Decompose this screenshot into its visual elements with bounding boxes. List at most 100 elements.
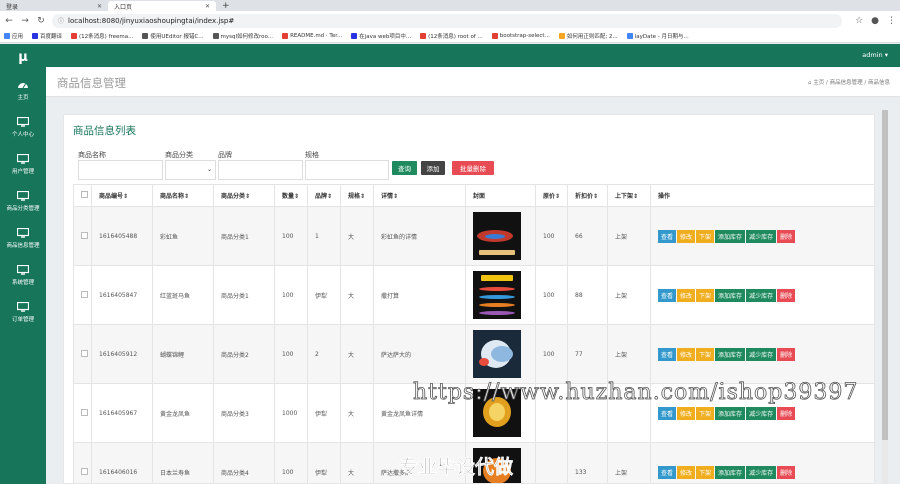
row-checkbox[interactable]: [73, 206, 92, 266]
close-tab-icon[interactable]: ✕: [97, 3, 102, 10]
column-header[interactable]: 折扣价⇕: [567, 184, 608, 207]
reduce-stock-button[interactable]: 减少库存: [746, 406, 777, 420]
select-all-checkbox[interactable]: [73, 184, 92, 207]
cell-status: 上架: [607, 324, 651, 384]
delete-button[interactable]: 删除: [777, 347, 796, 361]
sidebar-item-label: 商品信息管理: [6, 243, 40, 249]
sidebar-item-products[interactable]: 商品信息管理: [0, 220, 46, 257]
column-header: 操作: [650, 184, 874, 207]
row-checkbox[interactable]: [73, 324, 92, 384]
bookmark-item[interactable]: (12条消息) root of ...: [420, 32, 483, 40]
browser-tab-entry[interactable]: 入口页 ✕: [108, 1, 216, 11]
sidebar-item-profile[interactable]: 个人中心: [0, 109, 46, 146]
more-menu-icon[interactable]: ⋮: [887, 16, 896, 26]
unlist-button[interactable]: 下架: [696, 406, 715, 420]
edit-button[interactable]: 修改: [677, 229, 696, 243]
view-button[interactable]: 查看: [658, 465, 677, 479]
panel-title: 商品信息列表: [73, 125, 136, 137]
scrollbar-thumb[interactable]: [882, 110, 888, 440]
monitor-icon: [17, 191, 29, 201]
profile-icon[interactable]: ●: [871, 16, 879, 26]
new-tab-plus-icon[interactable]: +: [216, 1, 236, 11]
sidebar-item-categories[interactable]: 商品分类管理: [0, 183, 46, 220]
column-header[interactable]: 原价⇕: [535, 184, 568, 207]
bookmark-item[interactable]: 在java web项目中...: [351, 32, 411, 40]
row-checkbox[interactable]: [73, 383, 92, 443]
column-header[interactable]: 品牌⇕: [307, 184, 341, 207]
bookmark-item[interactable]: layDate - 月日期与...: [626, 32, 689, 40]
cell-brand: 伊犁: [307, 265, 341, 325]
cell-category: 商品分类4: [213, 442, 275, 483]
reduce-stock-button[interactable]: 减少库存: [746, 288, 777, 302]
unlist-button[interactable]: 下架: [696, 229, 715, 243]
column-header[interactable]: 规格⇕: [340, 184, 374, 207]
delete-button[interactable]: 删除: [777, 288, 796, 302]
query-button[interactable]: 查询: [392, 161, 417, 175]
column-header[interactable]: 上下架⇕: [607, 184, 651, 207]
close-tab-icon[interactable]: ✕: [205, 3, 210, 10]
back-arrow-icon[interactable]: ←: [4, 16, 14, 26]
add-button[interactable]: 添加: [421, 161, 445, 175]
bookmark-item[interactable]: 应用: [4, 32, 23, 40]
unlist-button[interactable]: 下架: [696, 347, 715, 361]
add-stock-button[interactable]: 添加库存: [715, 288, 746, 302]
delete-button[interactable]: 删除: [777, 229, 796, 243]
bookmarks-bar: 应用 百度翻译 (12条消息) freema... 使用UEditor 报错C.…: [0, 30, 900, 43]
cell-id: 1616405967: [91, 383, 153, 443]
column-header[interactable]: 商品名称⇕: [152, 184, 214, 207]
bookmark-item[interactable]: README.md · Ter...: [282, 33, 342, 39]
bookmark-item[interactable]: 百度翻译: [32, 32, 62, 40]
app-topbar: admin ▾: [46, 44, 900, 67]
bookmark-item[interactable]: 如何用正则匹配; 2...: [558, 32, 618, 40]
bookmark-item[interactable]: mysql如何修改roo...: [212, 32, 273, 40]
sidebar-item-users[interactable]: 用户管理: [0, 146, 46, 183]
edit-button[interactable]: 修改: [677, 406, 696, 420]
delete-button[interactable]: 删除: [777, 465, 796, 479]
view-button[interactable]: 查看: [658, 288, 677, 302]
reduce-stock-button[interactable]: 减少库存: [746, 229, 777, 243]
breadcrumb[interactable]: ⌂ 主页 / 商品信息管理 / 商品信息: [808, 78, 890, 86]
column-header[interactable]: 商品编号⇕: [91, 184, 153, 207]
view-button[interactable]: 查看: [658, 406, 677, 420]
bookmark-item[interactable]: (12条消息) freema...: [71, 32, 133, 40]
user-menu[interactable]: admin ▾: [862, 51, 888, 59]
add-stock-button[interactable]: 添加库存: [715, 347, 746, 361]
edit-button[interactable]: 修改: [677, 465, 696, 479]
column-header[interactable]: 商品分类⇕: [213, 184, 275, 207]
row-checkbox[interactable]: [73, 265, 92, 325]
app-sidebar: μ 主页 个人中心 用户管理 商品分类管理 商品信息管理 系统管理 订单管理: [0, 44, 46, 484]
sidebar-item-system[interactable]: 系统管理: [0, 257, 46, 294]
view-button[interactable]: 查看: [658, 229, 677, 243]
cell-spec: 大: [340, 265, 374, 325]
column-header[interactable]: 数量⇕: [274, 184, 308, 207]
forward-arrow-icon[interactable]: →: [20, 16, 30, 26]
bookmark-item[interactable]: 使用UEditor 报错C...: [142, 32, 204, 40]
name-filter-input[interactable]: [78, 160, 163, 180]
row-checkbox[interactable]: [73, 442, 92, 483]
url-field[interactable]: ⓘ localhost:8080/jinyuxiaoshoupingtai/in…: [52, 13, 842, 28]
reduce-stock-button[interactable]: 减少库存: [746, 465, 777, 479]
add-stock-button[interactable]: 添加库存: [715, 229, 746, 243]
add-stock-button[interactable]: 添加库存: [715, 465, 746, 479]
reload-icon[interactable]: ↻: [36, 16, 46, 26]
column-header[interactable]: 详情⇕: [373, 184, 466, 207]
sidebar-item-home[interactable]: 主页: [0, 72, 46, 109]
browser-tab-login[interactable]: 登录 ✕: [0, 1, 108, 11]
add-stock-button[interactable]: 添加库存: [715, 406, 746, 420]
view-button[interactable]: 查看: [658, 347, 677, 361]
bookmark-item[interactable]: bootstrap-select...: [491, 33, 550, 39]
star-icon[interactable]: ☆: [855, 16, 863, 26]
reduce-stock-button[interactable]: 减少库存: [746, 347, 777, 361]
sidebar-item-orders[interactable]: 订单管理: [0, 294, 46, 331]
brand-filter-input[interactable]: [218, 160, 303, 180]
edit-button[interactable]: 修改: [677, 288, 696, 302]
unlist-button[interactable]: 下架: [696, 465, 715, 479]
delete-button[interactable]: 删除: [777, 406, 796, 420]
category-filter-select[interactable]: ⌄: [165, 160, 216, 180]
unlist-button[interactable]: 下架: [696, 288, 715, 302]
batch-delete-button[interactable]: 批量删除: [452, 161, 494, 175]
edit-button[interactable]: 修改: [677, 347, 696, 361]
page-scrollbar[interactable]: [882, 110, 888, 484]
spec-filter-input[interactable]: [305, 160, 389, 180]
info-icon[interactable]: ⓘ: [58, 16, 64, 25]
